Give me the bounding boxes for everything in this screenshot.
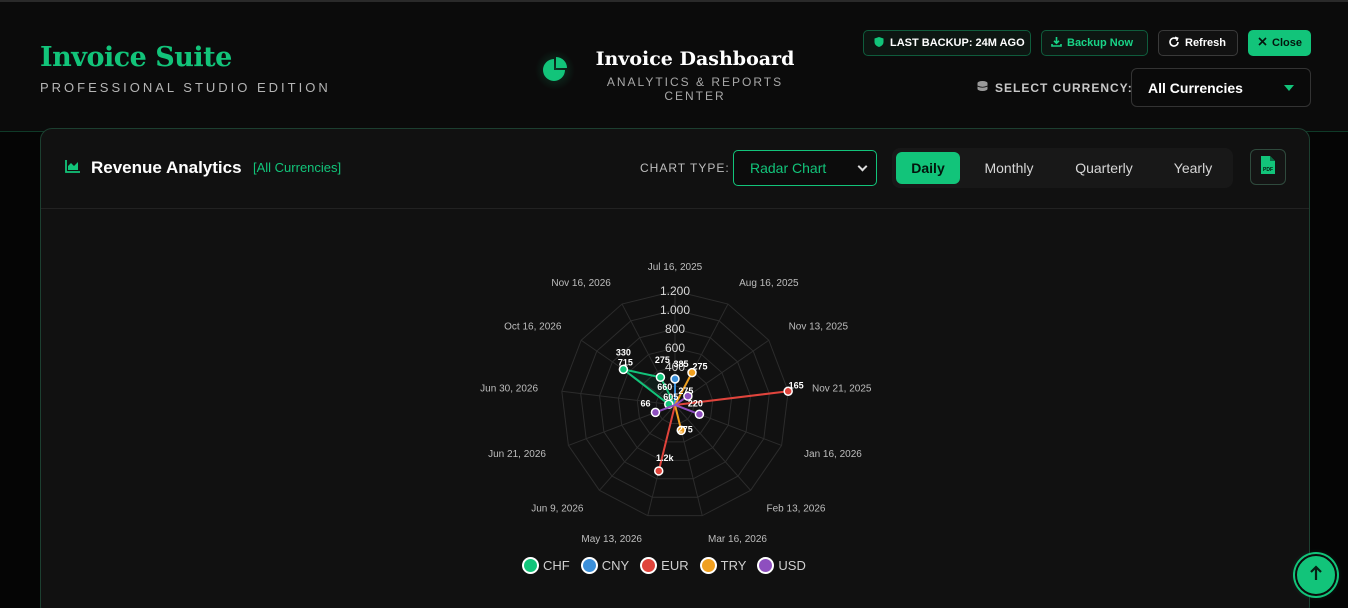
backup-status-text: LAST BACKUP: 24M AGO (890, 37, 1025, 49)
chart-legend: CHF CNY EUR TRY USD (522, 557, 806, 574)
backup-now-label: Backup Now (1067, 37, 1134, 49)
legend-item-usd[interactable]: USD (757, 557, 806, 574)
coins-icon (976, 80, 989, 95)
backup-status-badge[interactable]: LAST BACKUP: 24M AGO (863, 30, 1031, 56)
legend-item-try[interactable]: TRY (699, 557, 747, 574)
radar-data-label: 275 (692, 362, 707, 372)
pdf-file-icon: PDF (1259, 155, 1277, 180)
radar-data-label: 66 (640, 398, 650, 408)
brand-subtitle: PROFESSIONAL STUDIO EDITION (40, 80, 331, 95)
radar-point-chf (655, 372, 666, 382)
legend-swatch (699, 557, 717, 574)
arrow-up-icon (1309, 564, 1323, 586)
chart-type-select[interactable]: Radar Chart (733, 150, 877, 186)
legend-swatch (640, 557, 658, 574)
radar-data-label: 275 (678, 386, 693, 396)
radar-category-label: Mar 16, 2026 (708, 534, 767, 545)
radar-category-label: Oct 16, 2026 (504, 322, 562, 333)
currency-tag: [All Currencies] (253, 160, 342, 175)
radar-category-label: Nov 16, 2026 (551, 278, 611, 289)
legend-label: CNY (601, 558, 630, 573)
area-chart-icon (65, 158, 81, 178)
download-icon (1051, 36, 1062, 50)
chart-type-label: CHART TYPE: (640, 161, 730, 175)
period-yearly-button[interactable]: Yearly (1158, 152, 1228, 184)
legend-item-cny[interactable]: CNY (580, 557, 630, 574)
radar-tick-label: 1.000 (660, 303, 690, 317)
dashboard-title: Invoice Dashboard (595, 48, 795, 70)
radar-data-label: 330 (616, 347, 631, 357)
refresh-icon (1168, 35, 1180, 51)
radar-spoke (674, 404, 751, 491)
radar-category-label: Jan 16, 2026 (804, 449, 862, 460)
legend-item-chf[interactable]: CHF (522, 557, 570, 574)
close-label: Close (1272, 37, 1302, 49)
radar-data-label: 220 (688, 398, 703, 408)
currency-label: SELECT CURRENCY: (976, 80, 1133, 95)
radar-category-label: Jun 21, 2026 (488, 449, 546, 460)
radar-data-label: 165 (789, 380, 804, 390)
radar-data-label: 605 (663, 392, 678, 402)
legend-swatch (580, 557, 598, 574)
chevron-down-icon (857, 161, 868, 171)
export-pdf-button[interactable]: PDF (1250, 149, 1286, 185)
radar-point-eur (653, 466, 664, 476)
radar-data-label: 1.2k (656, 453, 675, 463)
pie-chart-icon (535, 50, 575, 90)
close-button[interactable]: Close (1248, 30, 1311, 56)
legend-swatch (522, 557, 539, 574)
brand-title: Invoice Suite (40, 42, 232, 73)
legend-item-eur[interactable]: EUR (640, 557, 689, 574)
radar-point-usd (650, 407, 661, 418)
legend-label: CHF (543, 558, 570, 573)
radar-data-label: 385 (673, 359, 688, 369)
radar-category-label: Jun 30, 2026 (480, 383, 538, 394)
radar-data-label: 660 (657, 382, 672, 392)
panel-header: Revenue Analytics [All Currencies] CHART… (41, 129, 1309, 209)
caret-down-icon (1284, 84, 1294, 91)
radar-data-label: 275 (655, 355, 670, 365)
scroll-to-top-button[interactable] (1290, 549, 1342, 601)
period-daily-button[interactable]: Daily (896, 152, 960, 184)
pdf-icon-label: PDF (1263, 167, 1273, 173)
currency-select[interactable]: All Currencies (1131, 68, 1311, 107)
legend-label: EUR (661, 558, 689, 573)
scroll-to-top-inner (1295, 554, 1337, 596)
radar-category-label: Aug 16, 2025 (739, 278, 799, 289)
radar-category-label: Jul 16, 2025 (648, 262, 703, 273)
period-toggle-group: Daily Monthly Quarterly Yearly (892, 148, 1233, 188)
panel-title-text: Revenue Analytics (91, 158, 242, 177)
backup-now-button[interactable]: Backup Now (1041, 30, 1148, 56)
radar-point-usd (694, 409, 705, 420)
radar-category-label: Nov 21, 2025 (812, 383, 872, 394)
currency-label-text: SELECT CURRENCY: (995, 80, 1133, 95)
refresh-label: Refresh (1185, 37, 1226, 49)
shield-icon (873, 36, 885, 51)
period-quarterly-button[interactable]: Quarterly (1058, 152, 1150, 184)
refresh-button[interactable]: Refresh (1158, 30, 1238, 56)
legend-label: USD (778, 558, 806, 573)
currency-select-value: All Currencies (1148, 79, 1243, 96)
app-header: Invoice Suite PROFESSIONAL STUDIO EDITIO… (0, 2, 1348, 132)
radar-tick-label: 1.200 (660, 284, 690, 298)
radar-data-label: 715 (618, 357, 633, 367)
radar-category-label: Jun 9, 2026 (531, 503, 584, 514)
legend-label: TRY (720, 558, 747, 573)
period-monthly-button[interactable]: Monthly (968, 152, 1050, 184)
radar-category-label: May 13, 2026 (581, 534, 642, 545)
legend-swatch (757, 557, 775, 574)
chart-type-value: Radar Chart (750, 160, 827, 176)
radar-chart: 1.2001.000800600400Jul 16, 2025Aug 16, 2… (480, 262, 872, 545)
radar-category-label: Nov 13, 2025 (789, 322, 849, 333)
radar-tick-label: 800 (665, 322, 685, 336)
panel-title: Revenue Analytics (65, 158, 242, 178)
radar-tick-label: 600 (665, 341, 685, 355)
radar-data-label: 275 (678, 424, 693, 434)
close-icon (1258, 37, 1267, 49)
radar-category-label: Feb 13, 2026 (767, 503, 826, 514)
dashboard-subtitle: ANALYTICS & REPORTS CENTER (606, 75, 784, 103)
